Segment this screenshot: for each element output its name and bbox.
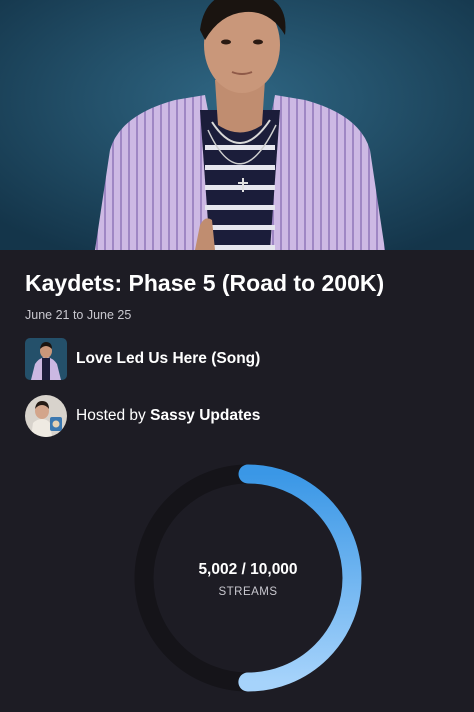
streams-progress-ring: 5,002 / 10,000 STREAMS [133, 463, 363, 693]
host-text: Hosted by Sassy Updates [76, 407, 260, 425]
song-link[interactable]: Love Led Us Here (Song) [25, 338, 260, 380]
host-name[interactable]: Sassy Updates [150, 407, 260, 424]
artist-photo [0, 0, 474, 250]
song-label: Love Led Us Here (Song) [76, 350, 261, 367]
event-page: Kaydets: Phase 5 (Road to 200K) June 21 … [0, 0, 474, 712]
hero-artist-image [0, 0, 474, 250]
song-cover-thumbnail [25, 338, 67, 380]
host-link[interactable]: Hosted by Sassy Updates [25, 395, 260, 437]
event-dates: June 21 to June 25 [25, 308, 132, 322]
streams-label: STREAMS [218, 586, 278, 598]
host-avatar [25, 395, 67, 437]
streams-count: 5,002 / 10,000 [198, 561, 298, 578]
event-title: Kaydets: Phase 5 (Road to 200K) [25, 270, 385, 296]
host-prefix: Hosted by [76, 407, 151, 424]
